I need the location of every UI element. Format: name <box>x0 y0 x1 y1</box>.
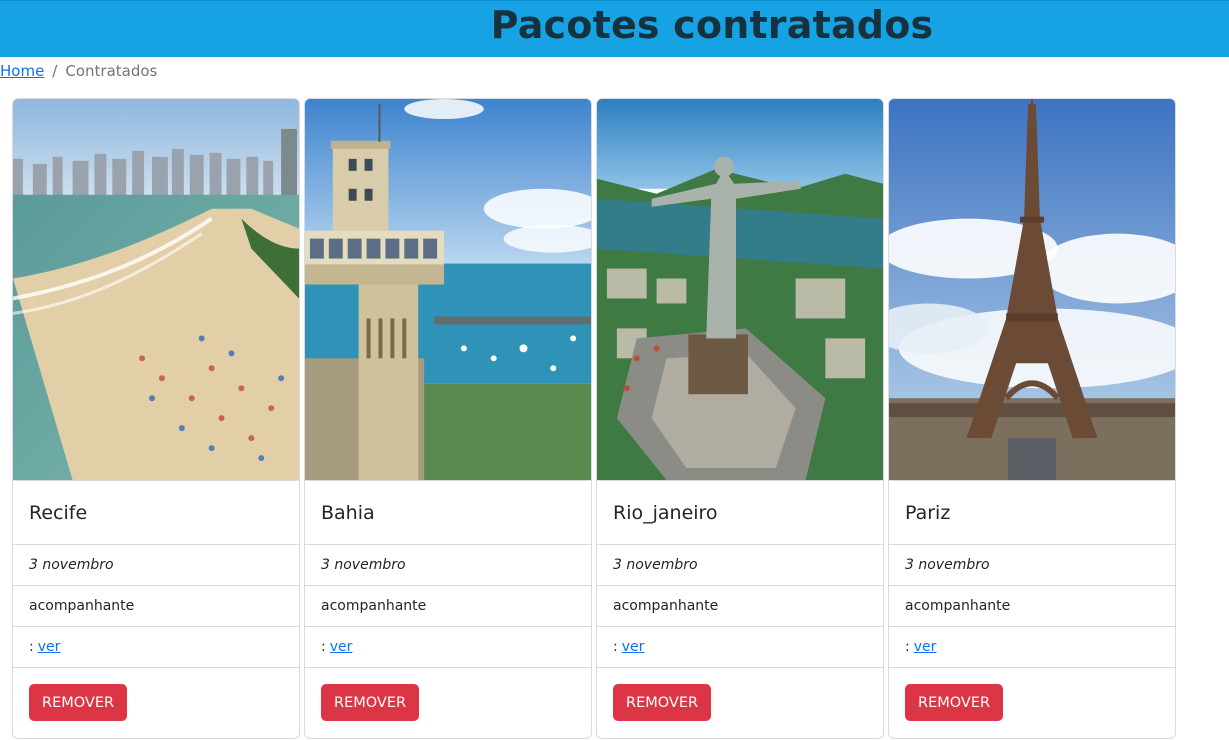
christ-redeemer-photo <box>597 99 883 481</box>
salvador-elevator-photo <box>305 99 591 481</box>
package-card: Pariz 3 novembro acompanhante : ver REMO… <box>888 98 1176 739</box>
view-link[interactable]: ver <box>330 639 353 655</box>
link-prefix: : <box>905 639 910 655</box>
package-date: 3 novembro <box>305 545 591 586</box>
package-card: Bahia 3 novembro acompanhante : ver REMO… <box>304 98 592 739</box>
breadcrumb-current: Contratados <box>65 62 158 80</box>
remove-button[interactable]: REMOVER <box>29 684 128 721</box>
package-date: 3 novembro <box>13 545 299 586</box>
package-list: Recife 3 novembro acompanhante : ver REM… <box>12 98 1180 739</box>
package-card: Recife 3 novembro acompanhante : ver REM… <box>12 98 300 739</box>
remove-button[interactable]: REMOVER <box>321 684 420 721</box>
package-link-row: : ver <box>889 627 1175 668</box>
view-link[interactable]: ver <box>914 639 937 655</box>
view-link[interactable]: ver <box>622 639 645 655</box>
link-prefix: : <box>613 639 618 655</box>
remove-button[interactable]: REMOVER <box>613 684 712 721</box>
package-title: Pariz <box>889 481 1175 545</box>
package-date: 3 novembro <box>597 545 883 586</box>
breadcrumb-home-link[interactable]: Home <box>0 61 44 81</box>
breadcrumb: Home / Contratados <box>0 61 157 81</box>
package-title: Bahia <box>305 481 591 545</box>
package-companion: acompanhante <box>597 586 883 627</box>
package-companion: acompanhante <box>305 586 591 627</box>
package-link-row: : ver <box>597 627 883 668</box>
package-companion: acompanhante <box>889 586 1175 627</box>
package-link-row: : ver <box>13 627 299 668</box>
package-companion: acompanhante <box>13 586 299 627</box>
package-date: 3 novembro <box>889 545 1175 586</box>
eiffel-tower-photo <box>889 99 1175 481</box>
page-header: Pacotes contratados <box>0 0 1229 57</box>
package-title: Rio_janeiro <box>597 481 883 545</box>
link-prefix: : <box>321 639 326 655</box>
package-title: Recife <box>13 481 299 545</box>
page-title: Pacotes contratados <box>490 3 934 47</box>
view-link[interactable]: ver <box>38 639 61 655</box>
breadcrumb-separator: / <box>52 62 58 80</box>
package-link-row: : ver <box>305 627 591 668</box>
remove-button[interactable]: REMOVER <box>905 684 1004 721</box>
link-prefix: : <box>29 639 34 655</box>
package-card: Rio_janeiro 3 novembro acompanhante : ve… <box>596 98 884 739</box>
recife-beach-photo <box>13 99 299 481</box>
